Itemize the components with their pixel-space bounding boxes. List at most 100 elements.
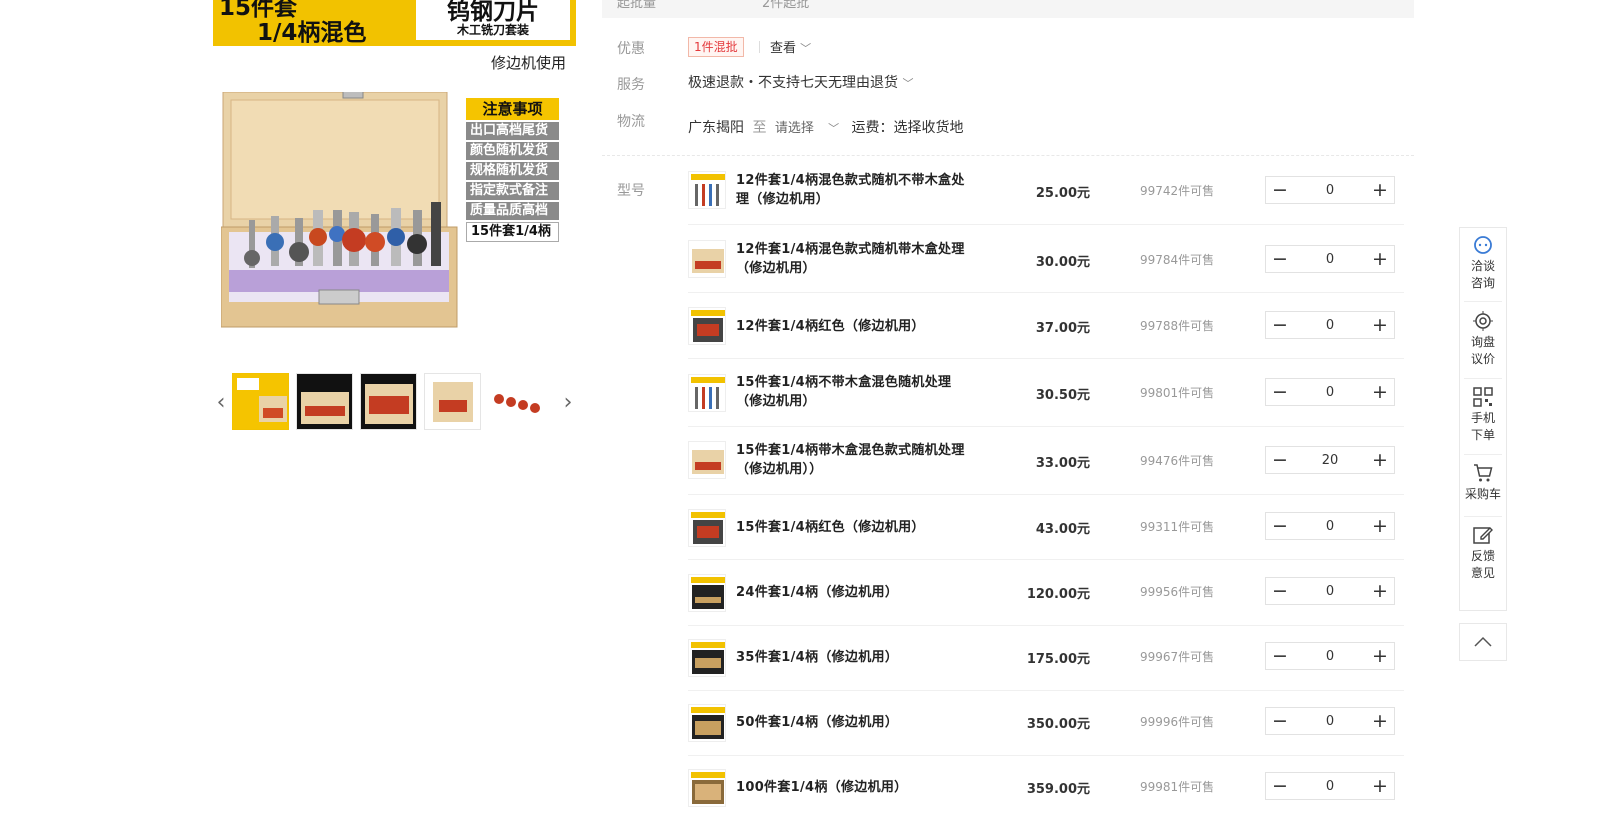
quantity-value[interactable]: 0 bbox=[1294, 584, 1366, 599]
chevron-down-icon: ﹀ bbox=[902, 77, 914, 90]
sku-name: 12件套1/4柄红色（修边机用） bbox=[736, 319, 925, 334]
service-dropdown[interactable]: 极速退款・不支持七天无理由退货 ﹀ bbox=[688, 72, 913, 92]
cart-label: 采购车 bbox=[1464, 487, 1501, 501]
sku-thumbnail[interactable] bbox=[688, 769, 726, 807]
plus-icon[interactable]: + bbox=[1366, 447, 1394, 473]
address-select[interactable]: 请选择 ﹀ bbox=[775, 121, 839, 136]
sku-name: 100件套1/4柄（修边机用） bbox=[736, 780, 908, 795]
plus-icon[interactable]: + bbox=[1366, 578, 1394, 604]
note-item: 15件套1/4柄 bbox=[466, 222, 559, 242]
target-icon bbox=[1473, 311, 1493, 331]
sku-thumbnail[interactable] bbox=[688, 574, 726, 612]
chat-button[interactable]: 洽谈 咨询 bbox=[1460, 234, 1506, 292]
logistics-label: 物流 bbox=[617, 114, 645, 130]
minus-icon[interactable]: − bbox=[1266, 379, 1294, 405]
note-item: 规格随机发货 bbox=[466, 162, 559, 180]
sku-row: 50件套1/4柄（修边机用） 350.00元 99996件可售 − 0 + bbox=[688, 691, 1404, 756]
minus-icon[interactable]: − bbox=[1266, 708, 1294, 734]
minus-icon[interactable]: − bbox=[1266, 643, 1294, 669]
thumbnail[interactable] bbox=[424, 373, 481, 430]
sku-stock: 99311件可售 bbox=[1140, 520, 1215, 534]
sku-price: 33.00元 bbox=[1035, 456, 1090, 471]
plus-icon[interactable]: + bbox=[1366, 246, 1394, 272]
thumbnail[interactable] bbox=[360, 373, 417, 430]
minus-icon[interactable]: − bbox=[1266, 447, 1294, 473]
address-select-text: 请选择 bbox=[774, 121, 814, 136]
sku-row: 15件套1/4柄带木盒混色款式随机处理（修边机用）） 33.00元 99476件… bbox=[688, 427, 1404, 495]
sku-stock: 99956件可售 bbox=[1140, 585, 1215, 599]
sku-thumbnail[interactable] bbox=[688, 704, 726, 742]
quantity-value[interactable]: 0 bbox=[1294, 714, 1366, 729]
minus-icon[interactable]: − bbox=[1266, 513, 1294, 539]
sku-price: 30.00元 bbox=[1035, 255, 1090, 270]
inquiry-label-1: 询盘 bbox=[1470, 335, 1495, 349]
plus-icon[interactable]: + bbox=[1366, 379, 1394, 405]
main-product-image[interactable]: 15件套 1/4柄混色 钨钢刀片 木工铣刀套装 修边机使用 注意事项 出口高档尾… bbox=[213, 0, 576, 332]
sku-thumbnail[interactable] bbox=[688, 374, 726, 412]
plus-icon[interactable]: + bbox=[1366, 708, 1394, 734]
divider bbox=[1464, 378, 1502, 379]
sku-stock: 99981件可售 bbox=[1140, 780, 1215, 794]
thumbnail[interactable] bbox=[296, 373, 353, 430]
quantity-stepper: − 0 + bbox=[1265, 245, 1395, 273]
sku-thumbnail[interactable] bbox=[688, 639, 726, 677]
sku-price: 120.00元 bbox=[1026, 587, 1090, 602]
sku-price: 350.00元 bbox=[1026, 717, 1090, 732]
mobile-label-1: 手机 bbox=[1470, 411, 1495, 425]
mobile-label-2: 下单 bbox=[1470, 428, 1495, 442]
minus-icon[interactable]: − bbox=[1266, 177, 1294, 203]
image-sub-label: 修边机使用 bbox=[490, 54, 566, 72]
sku-price: 30.50元 bbox=[1035, 388, 1090, 403]
quantity-value[interactable]: 0 bbox=[1294, 318, 1366, 333]
service-label: 服务 bbox=[617, 77, 645, 93]
note-item: 质量品质高档 bbox=[466, 202, 559, 220]
cart-button[interactable]: 采购车 bbox=[1460, 462, 1506, 503]
back-to-top-button[interactable] bbox=[1459, 623, 1507, 661]
sku-name: 50件套1/4柄（修边机用） bbox=[736, 715, 899, 730]
discount-label: 优惠 bbox=[617, 41, 645, 57]
minus-icon[interactable]: − bbox=[1266, 578, 1294, 604]
minus-icon[interactable]: − bbox=[1266, 246, 1294, 272]
feedback-button[interactable]: 反馈 意见 bbox=[1460, 524, 1506, 582]
banner-big-text: 钨钢刀片 bbox=[447, 0, 539, 25]
quantity-value[interactable]: 0 bbox=[1294, 649, 1366, 664]
quantity-value[interactable]: 0 bbox=[1294, 252, 1366, 267]
thumbnail[interactable] bbox=[488, 373, 545, 430]
plus-icon[interactable]: + bbox=[1366, 177, 1394, 203]
sku-thumbnail[interactable] bbox=[688, 307, 726, 345]
sku-thumbnail[interactable] bbox=[688, 171, 726, 209]
qr-code-icon bbox=[1473, 387, 1493, 407]
sku-row: 15件套1/4柄不带木盒混色随机处理（修边机用） 30.50元 99801件可售… bbox=[688, 359, 1404, 427]
sku-row: 24件套1/4柄（修边机用） 120.00元 99956件可售 − 0 + bbox=[688, 560, 1404, 626]
minus-icon[interactable]: − bbox=[1266, 773, 1294, 799]
sku-thumbnail[interactable] bbox=[688, 509, 726, 547]
note-item: 颜色随机发货 bbox=[466, 142, 559, 160]
plus-icon[interactable]: + bbox=[1366, 513, 1394, 539]
plus-icon[interactable]: + bbox=[1366, 773, 1394, 799]
sku-stock: 99801件可售 bbox=[1140, 386, 1215, 400]
quantity-value[interactable]: 20 bbox=[1294, 453, 1366, 468]
sku-stock: 99742件可售 bbox=[1140, 184, 1215, 198]
note-item: 指定款式备注 bbox=[466, 182, 559, 200]
quantity-value[interactable]: 0 bbox=[1294, 385, 1366, 400]
thumb-next-icon[interactable]: › bbox=[560, 372, 576, 432]
note-item: 出口高档尾货 bbox=[466, 122, 559, 140]
mobile-order-button[interactable]: 手机 下单 bbox=[1460, 386, 1506, 444]
banner-line1: 15件套 bbox=[219, 0, 298, 21]
sku-thumbnail[interactable] bbox=[688, 441, 726, 479]
thumbnail[interactable] bbox=[232, 373, 289, 430]
quantity-value[interactable]: 0 bbox=[1294, 183, 1366, 198]
thumb-prev-icon[interactable]: ‹ bbox=[213, 372, 229, 432]
inquiry-button[interactable]: 询盘 议价 bbox=[1460, 310, 1506, 368]
quantity-value[interactable]: 0 bbox=[1294, 519, 1366, 534]
quantity-value[interactable]: 0 bbox=[1294, 779, 1366, 794]
logistics-origin: 广东揭阳 bbox=[688, 120, 744, 136]
sku-name: 15件套1/4柄带木盒混色款式随机处理（修边机用）） bbox=[736, 443, 965, 477]
quantity-stepper: − 0 + bbox=[1265, 772, 1395, 800]
plus-icon[interactable]: + bbox=[1366, 643, 1394, 669]
discount-view-link[interactable]: 查看 ﹀ bbox=[770, 37, 811, 56]
feedback-label-1: 反馈 bbox=[1470, 549, 1495, 563]
minus-icon[interactable]: − bbox=[1266, 312, 1294, 338]
sku-thumbnail[interactable] bbox=[688, 240, 726, 278]
plus-icon[interactable]: + bbox=[1366, 312, 1394, 338]
